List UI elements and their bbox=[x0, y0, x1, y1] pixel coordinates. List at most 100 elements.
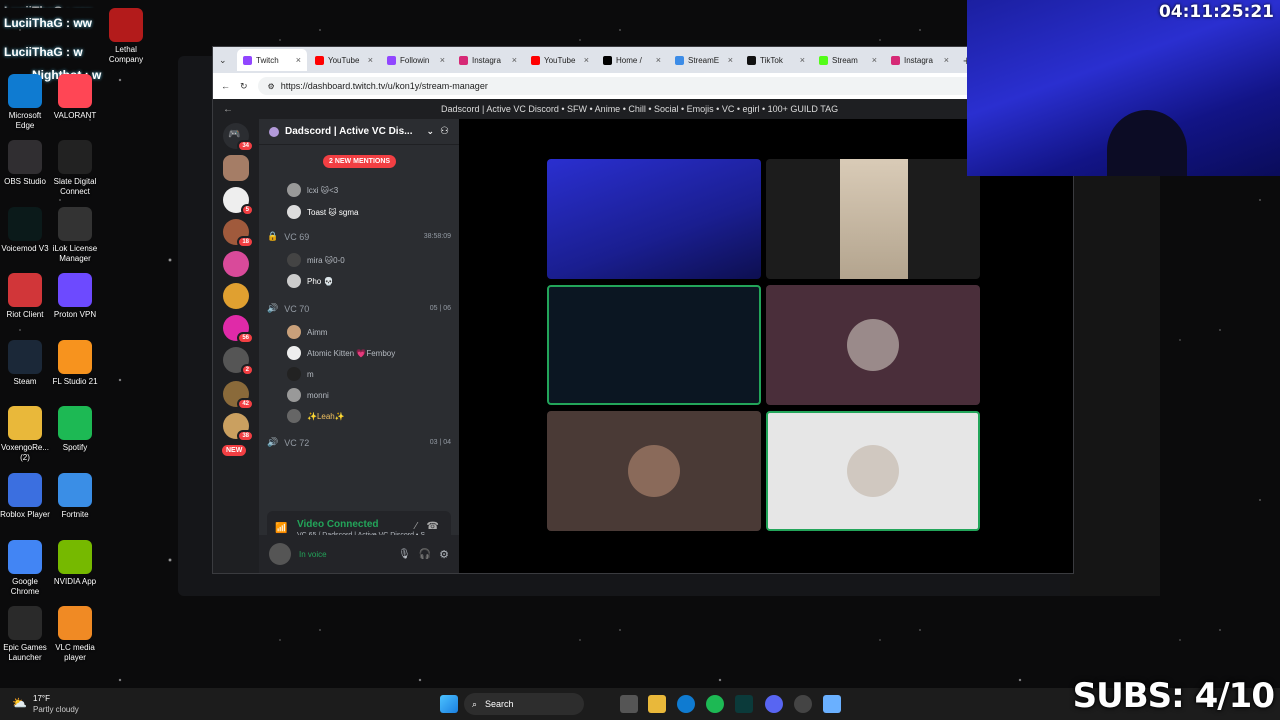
desktop-icon[interactable]: FL Studio 21 bbox=[50, 340, 100, 387]
desktop-icon[interactable]: Roblox Player bbox=[0, 473, 50, 520]
discord-icon[interactable] bbox=[765, 695, 783, 713]
browser-tab[interactable]: YouTube × bbox=[525, 49, 595, 71]
voice-user[interactable]: mira 🐱0-0 bbox=[287, 253, 345, 267]
weather-icon[interactable]: ⛅ bbox=[12, 696, 27, 710]
server-icon[interactable] bbox=[223, 283, 249, 309]
desktop-icon[interactable]: iLok License Manager bbox=[50, 207, 100, 264]
video-tile-speaking[interactable] bbox=[547, 285, 761, 405]
voice-user[interactable]: Aimm bbox=[287, 325, 327, 339]
voice-user[interactable]: Toast 🐱 sgma bbox=[287, 205, 358, 219]
desktop-icon-label: NVIDIA App bbox=[53, 577, 97, 586]
server-header[interactable]: Dadscord | Active VC Dis... ⌄ ⚇ bbox=[259, 119, 459, 145]
voice-channel-vc69[interactable]: 🔒 VC 69 38:58:09 bbox=[267, 231, 451, 242]
desktop-icon[interactable]: VALORANT bbox=[50, 74, 100, 121]
desktop-icon[interactable]: Fortnite bbox=[50, 473, 100, 520]
file-explorer-icon[interactable] bbox=[648, 695, 666, 713]
app-icon[interactable] bbox=[823, 695, 841, 713]
url-field[interactable]: ⚙ https://dashboard.twitch.tv/u/kon1y/st… bbox=[257, 77, 1049, 95]
obs-icon[interactable] bbox=[794, 695, 812, 713]
desktop-icon[interactable]: Riot Client bbox=[0, 273, 50, 320]
task-view-icon[interactable] bbox=[620, 695, 638, 713]
avatar[interactable] bbox=[269, 543, 291, 565]
browser-tab[interactable]: Twitch × bbox=[237, 49, 307, 71]
site-info-icon[interactable]: ⚙ bbox=[268, 82, 275, 91]
browser-tab[interactable]: Instagra × bbox=[885, 49, 955, 71]
close-tab-icon[interactable]: × bbox=[368, 55, 373, 65]
voice-user[interactable]: Atomic Kitten 💗Femboy bbox=[287, 346, 395, 360]
video-tile[interactable] bbox=[547, 159, 761, 279]
start-icon[interactable] bbox=[440, 695, 458, 713]
signal-icon[interactable]: 📶 bbox=[275, 523, 287, 534]
avatar bbox=[287, 409, 301, 423]
video-tile[interactable] bbox=[766, 285, 980, 405]
close-tab-icon[interactable]: × bbox=[728, 55, 733, 65]
desktop-icon[interactable]: Microsoft Edge bbox=[0, 74, 50, 131]
voicemod-icon[interactable] bbox=[735, 695, 753, 713]
edge-icon[interactable] bbox=[677, 695, 695, 713]
close-tab-icon[interactable]: × bbox=[872, 55, 877, 65]
desktop-icon[interactable]: Google Chrome bbox=[0, 540, 50, 597]
desktop-icon[interactable]: VLC media player bbox=[50, 606, 100, 663]
noise-suppression-icon[interactable]: ⁄ bbox=[415, 521, 417, 532]
tab-label: StreamE bbox=[688, 55, 720, 65]
headphones-icon[interactable]: 🎧 bbox=[419, 549, 431, 560]
desktop-icon[interactable]: Lethal Company bbox=[101, 8, 151, 65]
tab-search-icon[interactable]: ⌄ bbox=[219, 55, 235, 66]
close-tab-icon[interactable]: × bbox=[296, 55, 301, 65]
desktop-icon[interactable]: Slate Digital Connect bbox=[50, 140, 100, 197]
browser-tab[interactable]: Followin × bbox=[381, 49, 451, 71]
video-tile[interactable] bbox=[766, 159, 980, 279]
voice-user[interactable]: m bbox=[287, 367, 314, 381]
desktop-icon[interactable]: Steam bbox=[0, 340, 50, 387]
microphone-icon[interactable]: 🎙 bbox=[398, 549, 411, 560]
server-icon[interactable] bbox=[223, 155, 249, 181]
spotify-icon[interactable] bbox=[706, 695, 724, 713]
close-tab-icon[interactable]: × bbox=[512, 55, 517, 65]
server-icon[interactable]: 2 bbox=[223, 347, 254, 376]
voice-channel-vc70[interactable]: 🔊 VC 70 05 | 06 bbox=[267, 303, 451, 314]
voice-user[interactable]: ✨Leah✨ bbox=[287, 409, 345, 423]
close-tab-icon[interactable]: × bbox=[800, 55, 805, 65]
back-icon[interactable]: ← bbox=[221, 81, 230, 91]
browser-tab[interactable]: TikTok × bbox=[741, 49, 811, 71]
server-icon[interactable]: 18 bbox=[223, 219, 254, 248]
close-tab-icon[interactable]: × bbox=[656, 55, 661, 65]
video-tile-speaking[interactable] bbox=[766, 411, 980, 531]
desktop-icon[interactable]: OBS Studio bbox=[0, 140, 50, 187]
voice-user[interactable]: monni bbox=[287, 388, 329, 402]
reload-icon[interactable]: ↻ bbox=[240, 81, 248, 92]
discord-home-icon[interactable]: 🎮 34 bbox=[223, 123, 254, 152]
desktop-icon[interactable]: Epic Games Launcher bbox=[0, 606, 50, 663]
server-icon[interactable]: 56 bbox=[223, 315, 254, 344]
browser-tab[interactable]: YouTube × bbox=[309, 49, 379, 71]
browser-tab[interactable]: Stream × bbox=[813, 49, 883, 71]
close-tab-icon[interactable]: × bbox=[440, 55, 445, 65]
search-box[interactable]: ⌕ Search bbox=[464, 693, 584, 715]
address-bar: ← ↻ ⚙ https://dashboard.twitch.tv/u/kon1… bbox=[213, 73, 1073, 99]
add-member-icon[interactable]: ⚇ bbox=[440, 126, 449, 137]
new-mentions-pill[interactable]: 2 NEW MENTIONS bbox=[323, 155, 397, 168]
server-icon[interactable]: 42 bbox=[223, 381, 254, 410]
server-icon[interactable]: 5 bbox=[223, 187, 254, 216]
nvidia-icon bbox=[58, 540, 92, 574]
browser-tab[interactable]: Instagra × bbox=[453, 49, 523, 71]
video-tile[interactable] bbox=[547, 411, 761, 531]
desktop-icon[interactable]: NVIDIA App bbox=[50, 540, 100, 587]
server-icon[interactable] bbox=[223, 251, 249, 277]
desktop-icon[interactable]: Spotify bbox=[50, 406, 100, 453]
voice-user[interactable]: Pho 💀 bbox=[287, 274, 333, 288]
voice-user[interactable]: lcxi 🐱<3 bbox=[287, 183, 338, 197]
browser-tab[interactable]: Home / × bbox=[597, 49, 667, 71]
disconnect-icon[interactable]: ☎ bbox=[427, 521, 439, 532]
server-icon[interactable]: 38 bbox=[223, 413, 254, 442]
gear-icon[interactable]: ⚙ bbox=[439, 548, 449, 561]
desktop-icon-label: Steam bbox=[13, 377, 37, 386]
back-arrow-icon[interactable]: ← bbox=[223, 104, 233, 115]
close-tab-icon[interactable]: × bbox=[944, 55, 949, 65]
desktop-icon[interactable]: Proton VPN bbox=[50, 273, 100, 320]
desktop-icon[interactable]: Voicemod V3 bbox=[0, 207, 50, 254]
close-tab-icon[interactable]: × bbox=[584, 55, 589, 65]
browser-tab[interactable]: StreamE × bbox=[669, 49, 739, 71]
voice-channel-vc72[interactable]: 🔊 VC 72 03 | 04 bbox=[267, 437, 451, 448]
desktop-icon[interactable]: VoxengoRe... (2) bbox=[0, 406, 50, 463]
